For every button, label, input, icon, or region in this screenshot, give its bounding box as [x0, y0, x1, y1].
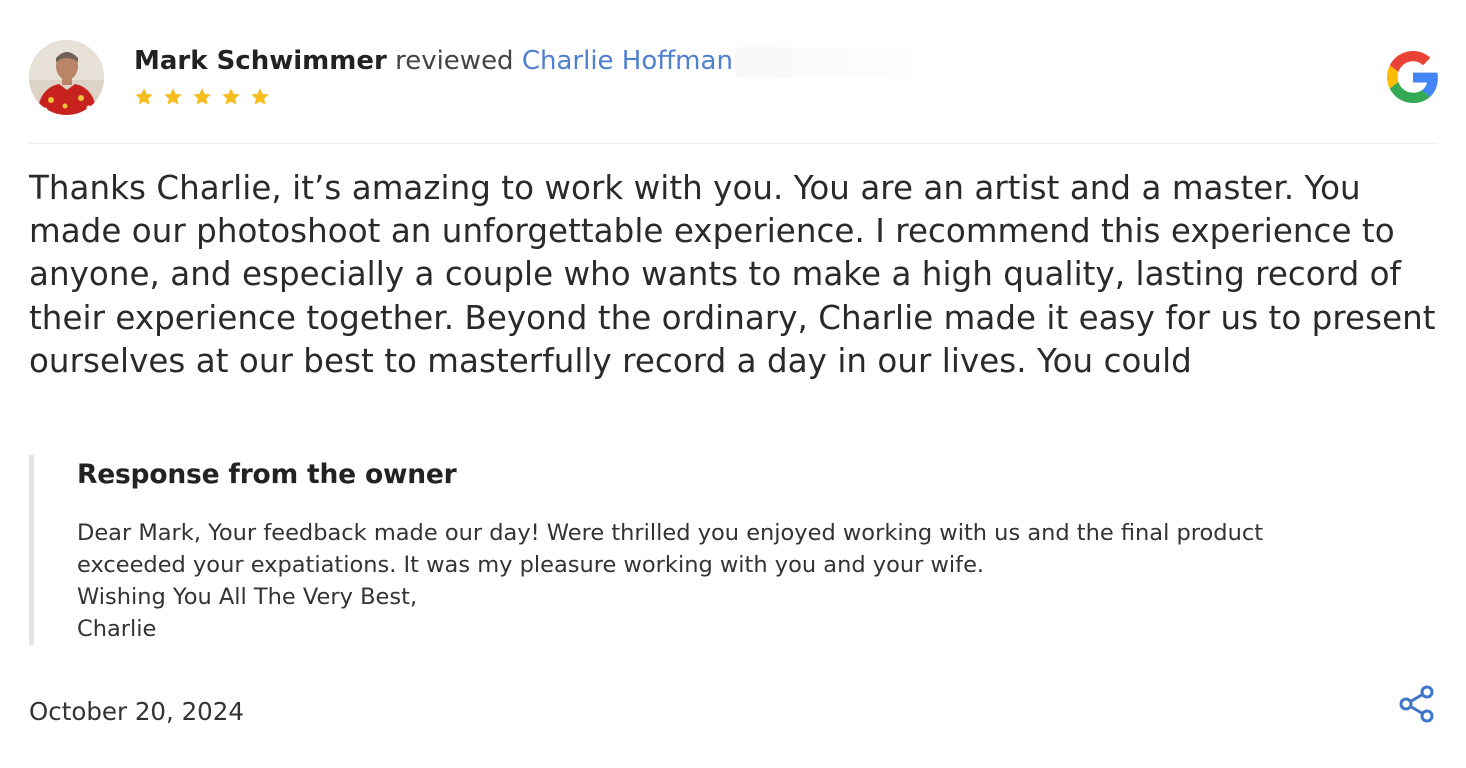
- share-button[interactable]: [1396, 683, 1438, 725]
- star-icon: [135, 88, 153, 105]
- header-fade-overlay: [734, 46, 915, 77]
- share-icon: [1399, 685, 1434, 723]
- star-icon: [164, 88, 182, 105]
- owner-response-title: Response from the owner: [77, 459, 457, 490]
- reviewer-name[interactable]: Mark Schwimmer: [134, 46, 387, 76]
- star-icon: [222, 88, 240, 105]
- star-icon: [251, 88, 269, 105]
- review-date: October 20, 2024: [29, 697, 244, 726]
- avatar[interactable]: [29, 40, 104, 115]
- review-text: Thanks Charlie, it’s amazing to work wit…: [29, 169, 1436, 380]
- avatar-image: [29, 40, 104, 115]
- review-header: Mark Schwimmer reviewed Charlie Hoffman: [134, 44, 915, 78]
- star-icon: [193, 88, 211, 105]
- google-icon: [1387, 51, 1439, 103]
- business-link[interactable]: Charlie Hoffman: [522, 46, 733, 76]
- header-divider: [29, 143, 1438, 144]
- star-rating: [133, 86, 271, 110]
- review-card: Mark Schwimmer reviewed Charlie Hoffman …: [0, 0, 1466, 768]
- owner-response-text: Dear Mark, Your feedback made our day! W…: [77, 520, 1264, 642]
- reviewed-label: reviewed: [395, 46, 514, 76]
- owner-response: Response from the owner Dear Mark, Your …: [29, 455, 1439, 645]
